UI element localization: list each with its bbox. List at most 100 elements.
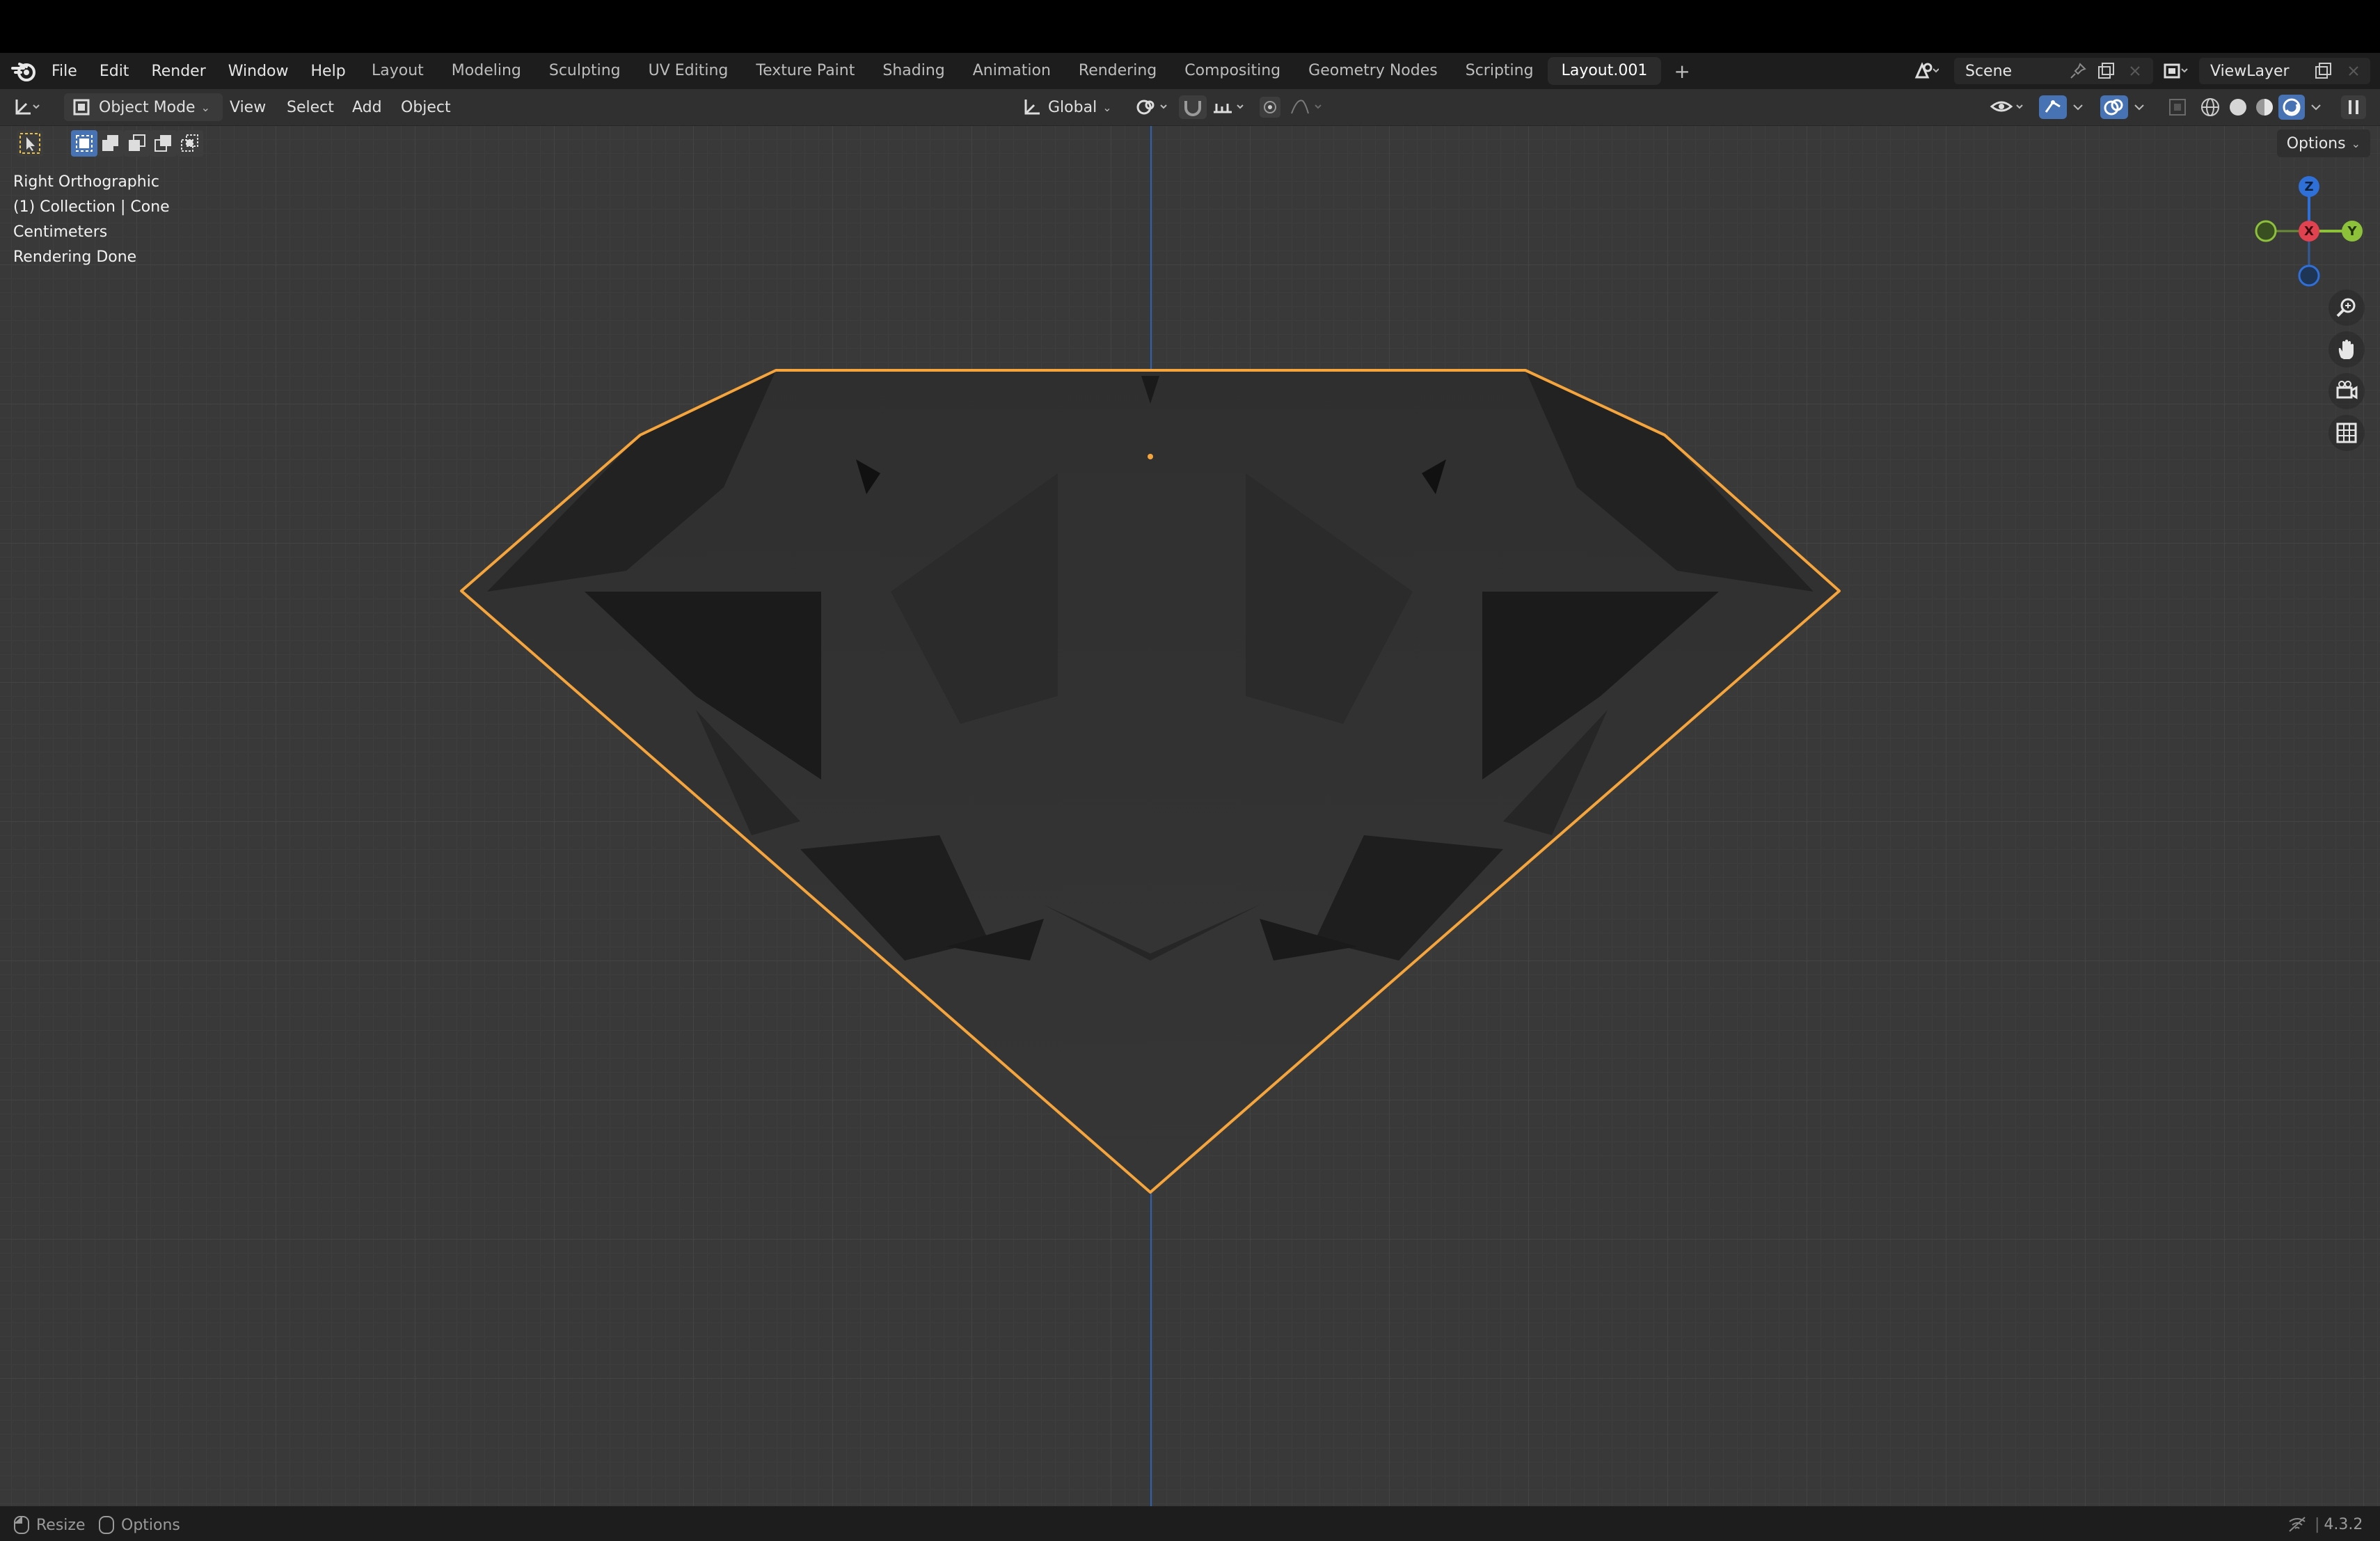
eye-icon: [1990, 101, 2023, 112]
gizmo-toggle[interactable]: [2039, 93, 2067, 121]
select-mode-extend[interactable]: [97, 130, 124, 157]
new-view-layer-icon[interactable]: [2309, 57, 2337, 85]
tab-sculpting[interactable]: Sculpting: [535, 57, 635, 85]
chevron-down-icon: [2134, 104, 2144, 111]
pivot-point-dropdown[interactable]: [1134, 93, 1172, 121]
options-dropdown[interactable]: Options ⌄: [2276, 129, 2370, 157]
snap-target-dropdown[interactable]: [1211, 93, 1248, 121]
neg-z-axis-handle[interactable]: [2298, 264, 2320, 287]
menu-help[interactable]: Help: [300, 63, 357, 80]
select-mode-new[interactable]: [71, 130, 97, 157]
object-visibility-dropdown[interactable]: [1989, 93, 2028, 121]
neg-y-axis-handle[interactable]: [2255, 220, 2277, 242]
shading-rendered-button[interactable]: [2278, 93, 2305, 121]
snap-toggle[interactable]: [1179, 93, 1207, 121]
menu-select[interactable]: Select: [287, 93, 334, 121]
network-off-icon: [2289, 1517, 2306, 1532]
tab-uv-editing[interactable]: UV Editing: [635, 57, 743, 85]
delete-view-layer-icon[interactable]: [2340, 57, 2367, 85]
gizmo-dropdown[interactable]: [2071, 93, 2086, 121]
tab-layout-001[interactable]: Layout.001: [1547, 57, 1662, 85]
chevron-down-icon: [2073, 104, 2083, 111]
object-mode-dropdown[interactable]: Object Mode ⌄: [64, 93, 223, 121]
transform-orientation-dropdown[interactable]: Global ⌄: [1020, 93, 1112, 121]
scene-selector-icon[interactable]: [1912, 57, 1940, 85]
main-menu: File Edit Render Window Help: [40, 53, 357, 89]
shading-wireframe-button[interactable]: [2199, 93, 2221, 121]
camera-view-button[interactable]: [2329, 373, 2365, 409]
menu-view[interactable]: View: [230, 93, 266, 121]
3d-viewport[interactable]: Right Orthographic (1) Collection | Cone…: [0, 126, 2380, 1506]
menu-add[interactable]: Add: [352, 93, 382, 121]
proportional-editing-toggle[interactable]: [1260, 93, 1280, 121]
y-axis-label: Y: [2347, 224, 2357, 239]
render-status: Rendering Done: [13, 248, 137, 266]
new-scene-icon[interactable]: [2092, 57, 2120, 85]
magnet-icon: [1179, 95, 1207, 119]
tab-geometry-nodes[interactable]: Geometry Nodes: [1294, 57, 1452, 85]
pause-render-button[interactable]: [2341, 93, 2366, 121]
xray-toggle[interactable]: [2167, 93, 2188, 121]
tab-modeling[interactable]: Modeling: [438, 57, 535, 85]
menu-object[interactable]: Object: [401, 93, 451, 121]
select-intersect-icon: [181, 134, 198, 152]
hand-icon: [2338, 340, 2354, 359]
zoom-icon: [2336, 298, 2356, 317]
status-options-label: Options: [121, 1516, 180, 1534]
select-invert-icon: [154, 135, 171, 152]
editor-type-button[interactable]: [13, 93, 40, 121]
tool-settings: [17, 129, 203, 157]
menu-render[interactable]: Render: [140, 63, 216, 80]
shading-solid-button[interactable]: [2227, 93, 2249, 121]
menu-edit[interactable]: Edit: [88, 63, 141, 80]
view-layer-selector-icon[interactable]: [2161, 57, 2189, 85]
menu-window[interactable]: Window: [217, 63, 300, 80]
chevron-down-icon: ⌄: [2351, 136, 2361, 150]
pin-icon[interactable]: [2064, 57, 2092, 85]
scene-name: Scene: [1965, 62, 2013, 80]
xray-icon: [2169, 99, 2186, 116]
overlays-dropdown[interactable]: [2132, 93, 2148, 121]
menu-file[interactable]: File: [40, 63, 88, 80]
select-mode-intersect[interactable]: [177, 130, 203, 157]
x-axis-label: X: [2304, 224, 2314, 239]
zoom-button[interactable]: [2329, 290, 2365, 326]
add-workspace-button[interactable]: +: [1661, 60, 1702, 83]
pause-icon: [2341, 95, 2366, 119]
select-tool-button[interactable]: [17, 130, 43, 157]
status-options: Options: [97, 1515, 180, 1535]
shading-dropdown[interactable]: [2309, 93, 2324, 121]
shading-material-button[interactable]: [2253, 93, 2276, 121]
transform-orientation-label: Global: [1048, 98, 1097, 116]
tab-compositing[interactable]: Compositing: [1171, 57, 1294, 85]
delete-scene-icon[interactable]: [2121, 57, 2149, 85]
pan-button[interactable]: [2329, 331, 2365, 368]
blender-logo-icon[interactable]: [10, 58, 39, 84]
overlays-icon: [2100, 95, 2128, 119]
tab-shading[interactable]: Shading: [868, 57, 958, 85]
tab-animation[interactable]: Animation: [959, 57, 1065, 85]
tab-rendering[interactable]: Rendering: [1065, 57, 1171, 85]
camera-icon: [2336, 381, 2358, 400]
object-mode-icon: [73, 99, 90, 116]
view-name: Right Orthographic: [13, 173, 159, 191]
editor-type-icon: [15, 100, 40, 115]
select-mode-invert[interactable]: [150, 130, 177, 157]
select-mode-subtract[interactable]: [124, 130, 150, 157]
grid-icon: [2336, 422, 2357, 443]
tab-layout[interactable]: Layout: [358, 57, 438, 85]
select-extend-icon: [102, 135, 118, 151]
perspective-toggle-button[interactable]: [2329, 415, 2365, 451]
pivot-point-icon: [1136, 100, 1167, 115]
overlays-toggle[interactable]: [2100, 93, 2128, 121]
tab-texture-paint[interactable]: Texture Paint: [742, 57, 868, 85]
falloff-curve-icon: [1291, 100, 1322, 114]
solid-sphere-icon: [2230, 99, 2246, 116]
diamond-object[interactable]: [0, 126, 2380, 1506]
gizmo-icon: [2039, 95, 2067, 119]
navigation-gizmo[interactable]: Z Y X: [2241, 170, 2380, 295]
chevron-down-icon: ⌄: [200, 100, 210, 114]
mouse-left-icon: [14, 1516, 29, 1534]
proportional-falloff-dropdown[interactable]: [1289, 93, 1326, 121]
tab-scripting[interactable]: Scripting: [1452, 57, 1548, 85]
